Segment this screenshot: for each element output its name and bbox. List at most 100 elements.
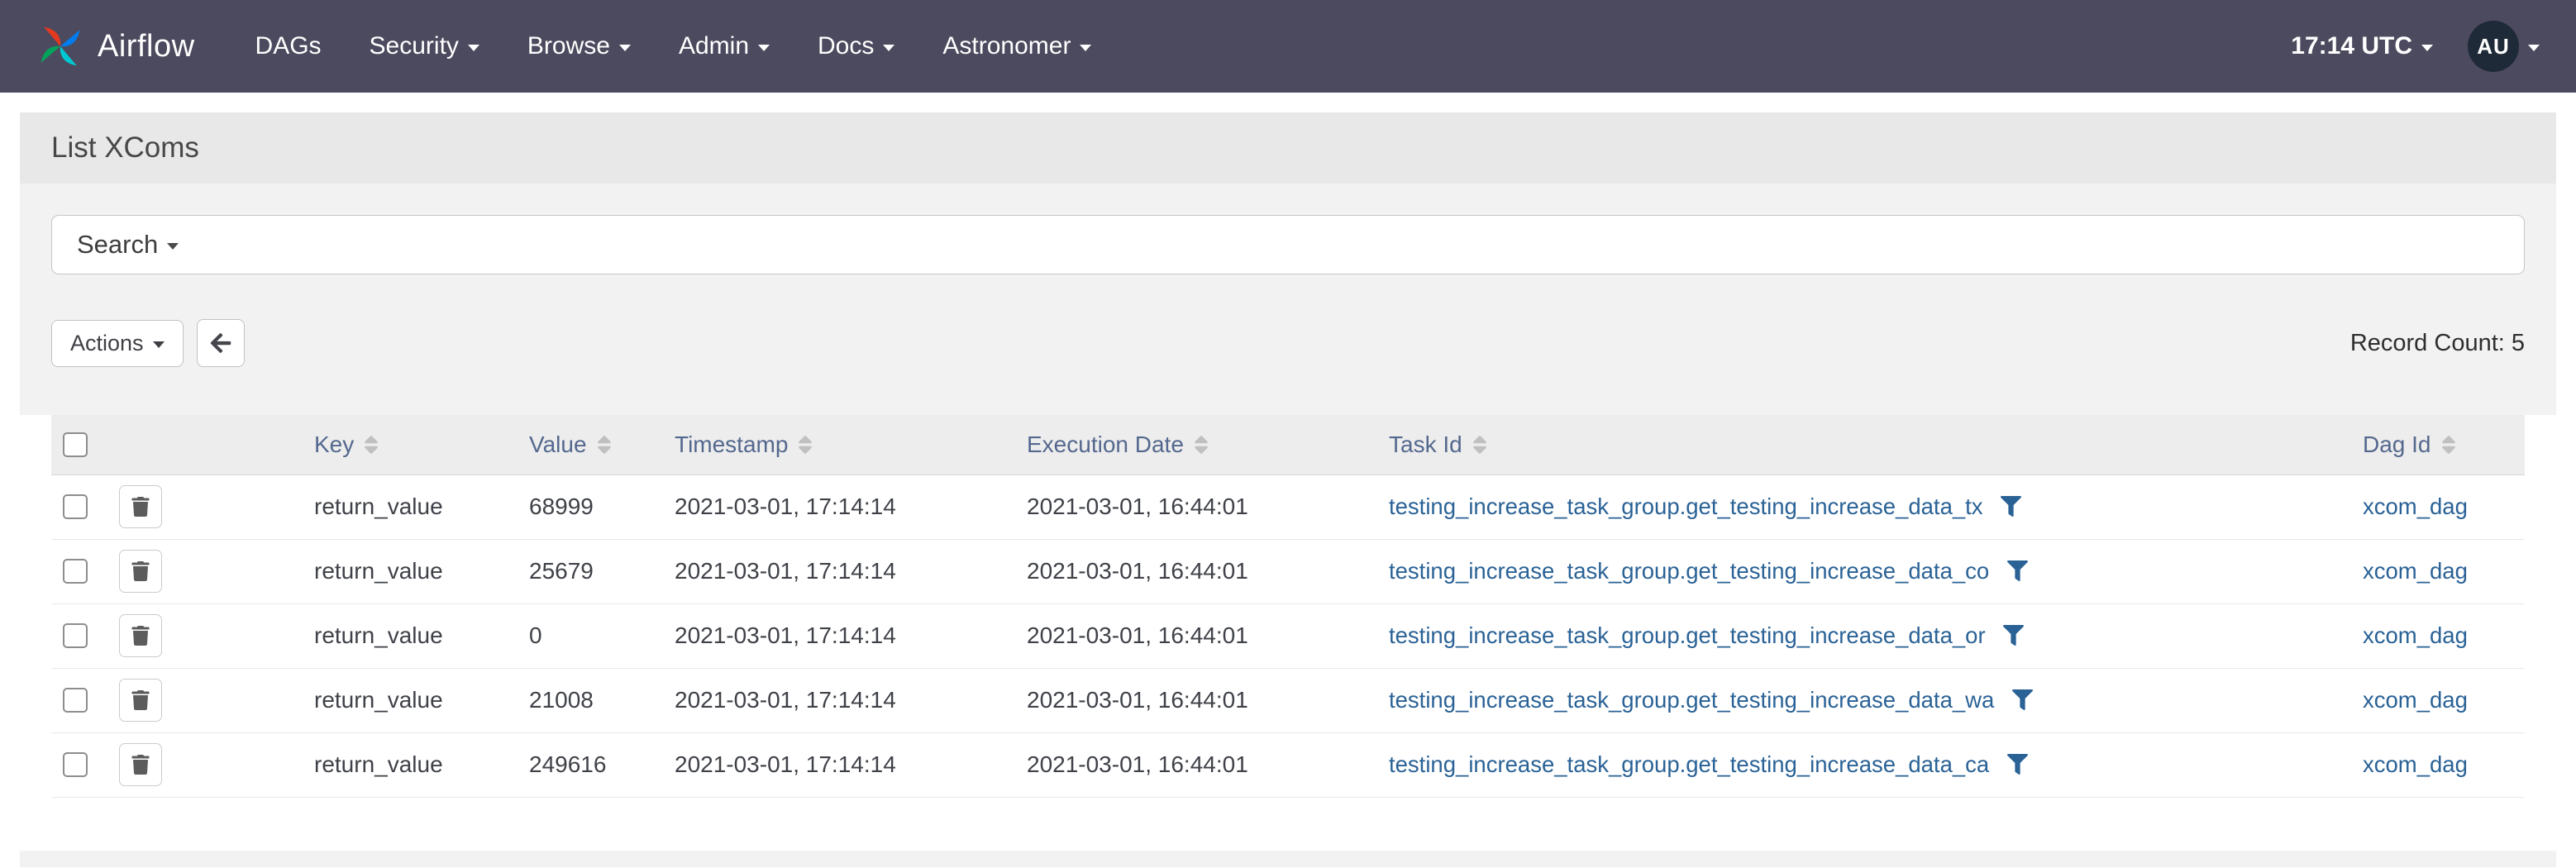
- row-actions-cell: [119, 603, 314, 668]
- dag-id-link[interactable]: xcom_dag: [2363, 687, 2468, 713]
- navbar: Airflow DAGs Security Browse Admin Docs …: [0, 0, 2576, 93]
- table-panel: Key Value Timestamp Execution Date: [20, 415, 2556, 851]
- filter-icon[interactable]: [2007, 754, 2028, 775]
- actions-row: Actions Record Count: 5: [51, 319, 2525, 367]
- nav-item-label: Security: [370, 32, 459, 60]
- page-title: List XComs: [51, 131, 2525, 165]
- nav-item-security[interactable]: Security: [346, 0, 503, 93]
- nav-item-browse[interactable]: Browse: [503, 0, 655, 93]
- delete-row-button[interactable]: [119, 485, 162, 528]
- delete-row-button[interactable]: [119, 743, 162, 786]
- xcom-table: Key Value Timestamp Execution Date: [51, 415, 2525, 798]
- xcom-execution-date: 2021-03-01, 16:44:01: [1027, 603, 1389, 668]
- clock-label: 17:14 UTC: [2291, 32, 2412, 60]
- brand-label: Airflow: [98, 29, 195, 64]
- column-label: Execution Date: [1027, 432, 1184, 458]
- column-header-button[interactable]: Dag Id: [2363, 432, 2456, 458]
- xcom-key: return_value: [314, 603, 529, 668]
- row-select-cell: [51, 668, 119, 732]
- task-id-link[interactable]: testing_increase_task_group.get_testing_…: [1389, 687, 1994, 713]
- row-select-cell: [51, 475, 119, 539]
- select-all-header: [51, 415, 119, 475]
- table-row: return_value 25679 2021-03-01, 17:14:14 …: [51, 539, 2525, 603]
- dag-id-cell: xcom_dag: [2363, 603, 2525, 668]
- dag-id-link[interactable]: xcom_dag: [2363, 558, 2468, 584]
- filter-icon[interactable]: [2007, 560, 2028, 581]
- column-header-button[interactable]: Execution Date: [1027, 432, 1209, 458]
- dag-id-link[interactable]: xcom_dag: [2363, 751, 2468, 777]
- nav-item-dags[interactable]: DAGs: [231, 0, 346, 93]
- task-id-cell: testing_increase_task_group.get_testing_…: [1389, 732, 2363, 797]
- delete-row-button[interactable]: [119, 550, 162, 593]
- sort-icon: [364, 433, 379, 456]
- row-actions-cell: [119, 668, 314, 732]
- page-body: Search Actions Record Count: 5: [20, 215, 2556, 867]
- task-id-cell: testing_increase_task_group.get_testing_…: [1389, 668, 2363, 732]
- column-label: Timestamp: [675, 432, 788, 458]
- xcom-timestamp: 2021-03-01, 17:14:14: [675, 732, 1027, 797]
- trash-icon: [131, 755, 150, 775]
- sort-icon: [1194, 433, 1209, 456]
- nav-item-admin[interactable]: Admin: [655, 0, 794, 93]
- row-checkbox[interactable]: [63, 752, 88, 777]
- task-id-link[interactable]: testing_increase_task_group.get_testing_…: [1389, 494, 1983, 519]
- task-id-link[interactable]: testing_increase_task_group.get_testing_…: [1389, 751, 1989, 777]
- row-checkbox[interactable]: [63, 559, 88, 584]
- row-select-cell: [51, 732, 119, 797]
- row-checkbox[interactable]: [63, 494, 88, 519]
- navbar-right: 17:14 UTC AU: [2291, 21, 2540, 72]
- caret-down-icon: [883, 45, 894, 51]
- back-button[interactable]: [197, 319, 245, 367]
- xcom-key: return_value: [314, 668, 529, 732]
- task-id-cell: testing_increase_task_group.get_testing_…: [1389, 539, 2363, 603]
- caret-down-icon: [153, 341, 165, 348]
- task-id-link[interactable]: testing_increase_task_group.get_testing_…: [1389, 558, 1989, 584]
- row-checkbox[interactable]: [63, 623, 88, 648]
- dag-id-link[interactable]: xcom_dag: [2363, 622, 2468, 648]
- column-header-button[interactable]: Task Id: [1389, 432, 1487, 458]
- airflow-brand[interactable]: Airflow: [36, 22, 195, 70]
- caret-down-icon: [619, 45, 631, 51]
- dag-id-cell: xcom_dag: [2363, 539, 2525, 603]
- search-dropdown[interactable]: Search: [51, 215, 2525, 274]
- row-actions-cell: [119, 475, 314, 539]
- actions-button[interactable]: Actions: [51, 320, 184, 367]
- delete-row-button[interactable]: [119, 679, 162, 722]
- column-label: Task Id: [1389, 432, 1462, 458]
- task-id-link[interactable]: testing_increase_task_group.get_testing_…: [1389, 622, 1986, 648]
- clock-dropdown[interactable]: 17:14 UTC: [2291, 32, 2433, 60]
- select-all-checkbox[interactable]: [63, 432, 88, 457]
- row-actions-column-header: [119, 415, 314, 475]
- xcom-execution-date: 2021-03-01, 16:44:01: [1027, 732, 1389, 797]
- nav-item-docs[interactable]: Docs: [794, 0, 918, 93]
- page-header: List XComs: [20, 112, 2556, 184]
- trash-icon: [131, 626, 150, 646]
- column-header-button[interactable]: Value: [529, 432, 612, 458]
- filter-icon[interactable]: [2003, 625, 2024, 646]
- xcom-value: 21008: [529, 668, 675, 732]
- row-actions-cell: [119, 732, 314, 797]
- trash-icon: [131, 497, 150, 517]
- xcom-timestamp: 2021-03-01, 17:14:14: [675, 539, 1027, 603]
- caret-down-icon: [1080, 45, 1091, 51]
- xcom-execution-date: 2021-03-01, 16:44:01: [1027, 475, 1389, 539]
- delete-row-button[interactable]: [119, 614, 162, 657]
- row-checkbox[interactable]: [63, 688, 88, 713]
- xcom-execution-date: 2021-03-01, 16:44:01: [1027, 668, 1389, 732]
- trash-icon: [131, 690, 150, 710]
- column-header-button[interactable]: Key: [314, 432, 379, 458]
- xcom-value: 0: [529, 603, 675, 668]
- xcom-timestamp: 2021-03-01, 17:14:14: [675, 475, 1027, 539]
- filter-icon[interactable]: [2012, 689, 2033, 710]
- xcom-key: return_value: [314, 732, 529, 797]
- dag-id-cell: xcom_dag: [2363, 668, 2525, 732]
- xcom-value: 25679: [529, 539, 675, 603]
- user-menu[interactable]: AU: [2468, 21, 2540, 72]
- row-select-cell: [51, 539, 119, 603]
- xcom-timestamp: 2021-03-01, 17:14:14: [675, 668, 1027, 732]
- nav-item-astronomer[interactable]: Astronomer: [918, 0, 1115, 93]
- column-label: Value: [529, 432, 587, 458]
- column-header-button[interactable]: Timestamp: [675, 432, 813, 458]
- filter-icon[interactable]: [2001, 496, 2021, 517]
- dag-id-link[interactable]: xcom_dag: [2363, 494, 2468, 519]
